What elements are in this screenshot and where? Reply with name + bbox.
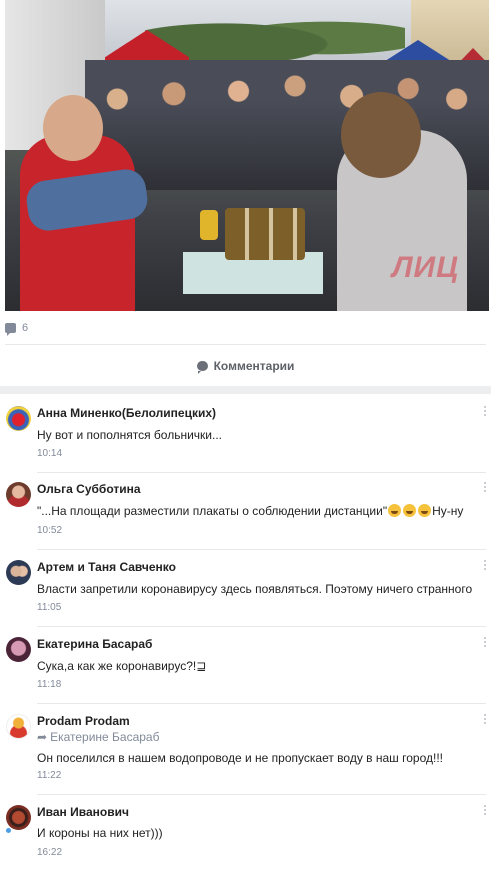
comment-text: И короны на них нет))) <box>37 826 163 840</box>
comment-time[interactable]: 16:22 <box>37 847 62 858</box>
comment-author[interactable]: Артем и Таня Савченко <box>37 560 176 574</box>
comment-time[interactable]: 10:52 <box>37 525 62 536</box>
divider <box>37 626 486 627</box>
comment-count-button[interactable]: 6 <box>5 318 28 338</box>
more-options-icon[interactable] <box>483 406 487 416</box>
comment-text: Он поселился в нашем водопроводе и не пр… <box>37 751 444 765</box>
reply-to-name: Екатерине Басараб <box>50 730 160 744</box>
more-options-icon[interactable] <box>483 805 487 815</box>
comment-text: Ну вот и пополнятся больнички... <box>37 428 222 442</box>
photo-customer-head <box>341 92 421 178</box>
more-options-icon[interactable] <box>483 714 487 724</box>
photo-honey-bottle <box>200 210 218 240</box>
comments-header[interactable]: Комментарии <box>5 348 486 384</box>
comment-author[interactable]: Екатерина Басараб <box>37 637 152 651</box>
comment-author[interactable]: Анна Миненко(Белолипецких) <box>37 406 216 420</box>
photo-watermark: ЛИЦ <box>391 251 459 284</box>
comment-item: Артем и Таня Савченко Власти запретили к… <box>0 558 491 624</box>
comments-icon <box>196 361 208 374</box>
divider <box>37 472 486 473</box>
avatar[interactable] <box>6 406 31 431</box>
comment-author[interactable]: Prodam Prodam <box>37 714 130 728</box>
online-status-icon <box>5 827 12 834</box>
avatar[interactable] <box>6 714 31 739</box>
divider <box>37 549 486 550</box>
more-options-icon[interactable] <box>483 482 487 492</box>
divider <box>37 703 486 704</box>
reply-arrow-icon: ➦ <box>37 730 48 744</box>
divider <box>37 794 486 795</box>
avatar[interactable] <box>6 637 31 662</box>
comment-icon <box>5 323 16 336</box>
comment-item: Анна Миненко(Белолипецких) Ну вот и попо… <box>0 404 491 470</box>
comment-time[interactable]: 11:22 <box>37 770 61 781</box>
comment-item: Иван Иванович И короны на них нет))) 16:… <box>0 803 491 863</box>
comment-item: Ольга Субботина "...На площади разместил… <box>0 480 491 546</box>
comment-author[interactable]: Ольга Субботина <box>37 482 141 496</box>
reply-to-link[interactable]: ➦ Екатерине Басараб <box>37 730 159 744</box>
comment-text-line: "...На площади разместили плакаты о собл… <box>37 504 477 518</box>
laughing-emoji-icon <box>418 504 432 517</box>
more-options-icon[interactable] <box>483 637 487 647</box>
comment-text-tail: Ну-ну <box>432 504 464 518</box>
post-photo[interactable]: ЛИЦ <box>5 0 489 311</box>
avatar[interactable] <box>6 482 31 507</box>
photo-vendor-head <box>43 95 103 161</box>
more-options-icon[interactable] <box>483 560 487 570</box>
avatar[interactable] <box>6 560 31 585</box>
section-separator <box>0 386 491 394</box>
comment-item: Екатерина Басараб Сука,а как же коронави… <box>0 635 491 701</box>
laughing-emoji-icon <box>388 504 402 517</box>
comment-item: Prodam Prodam ➦ Екатерине Басараб Он посе… <box>0 712 491 788</box>
photo-jars <box>225 208 305 260</box>
divider <box>5 344 486 345</box>
comment-text: Сука,а как же коронавирус?!⊒ <box>37 659 207 673</box>
comments-title: Комментарии <box>213 359 295 373</box>
comment-time[interactable]: 11:18 <box>37 679 61 690</box>
comment-time[interactable]: 11:05 <box>37 602 61 613</box>
comment-count: 6 <box>22 322 29 334</box>
laughing-emoji-icon <box>403 504 417 517</box>
comment-author[interactable]: Иван Иванович <box>37 805 129 819</box>
comment-text: Власти запретили коронавирусу здесь появ… <box>37 582 473 596</box>
comment-text: "...На площади разместили плакаты о собл… <box>37 504 388 518</box>
comment-time[interactable]: 10:14 <box>37 448 62 459</box>
